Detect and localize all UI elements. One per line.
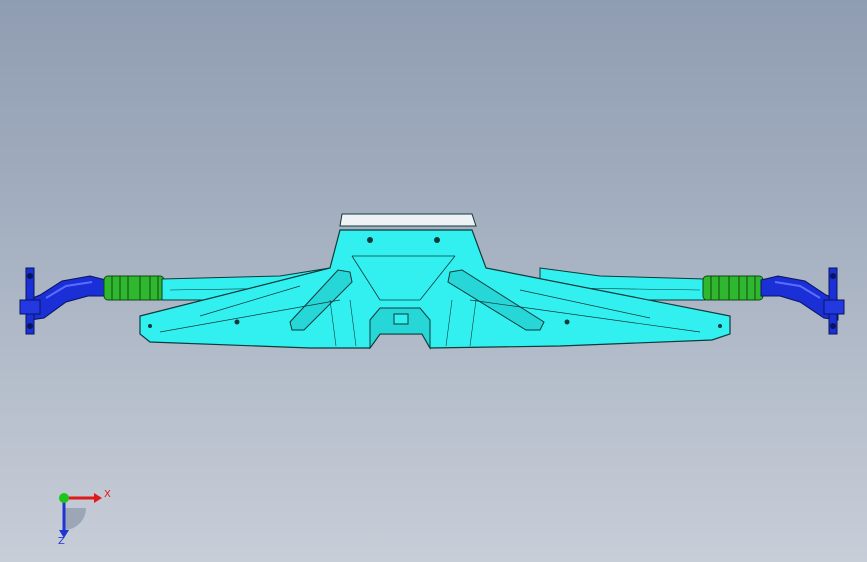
orientation-triad: X Z (58, 489, 111, 546)
cad-viewport[interactable]: X Z (0, 0, 867, 562)
subframe-3d-model[interactable] (0, 0, 867, 562)
triad-quadrant (64, 508, 86, 530)
x-axis-head (94, 493, 102, 503)
x-axis-label: X (104, 489, 111, 500)
right-bushing (702, 275, 764, 301)
left-bushing (103, 275, 165, 301)
z-axis-label: Z (58, 536, 65, 546)
y-axis-dot (59, 493, 69, 503)
left-end-link (19, 267, 107, 335)
right-end-link (760, 267, 845, 335)
